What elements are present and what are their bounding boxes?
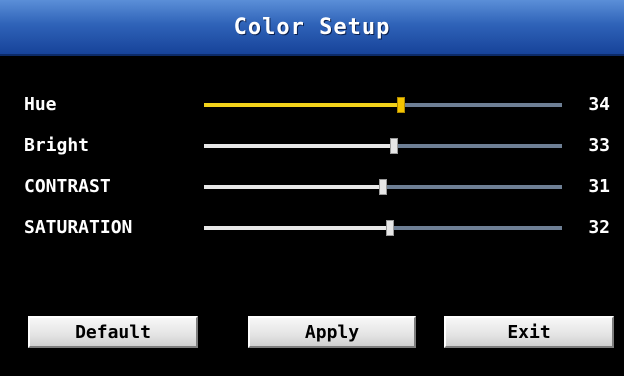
exit-button[interactable]: Exit [444,316,614,348]
slider-fill [204,185,383,189]
slider-handle[interactable] [379,179,387,195]
apply-button[interactable]: Apply [248,316,416,348]
saturation-slider[interactable] [204,220,562,236]
title-bar: Color Setup [0,0,624,56]
slider-handle[interactable] [390,138,398,154]
color-setup-window: Color Setup Hue 34 Bright 33 CONTRAST 31… [0,0,624,376]
setting-label: CONTRAST [24,176,111,197]
setting-label: Hue [24,94,57,115]
slider-handle[interactable] [397,97,405,113]
slider-fill [204,103,401,107]
setting-row-contrast[interactable]: CONTRAST 31 [0,172,624,202]
slider-handle[interactable] [386,220,394,236]
window-title: Color Setup [233,14,391,40]
default-button[interactable]: Default [28,316,198,348]
setting-value: 32 [588,217,610,238]
setting-row-saturation[interactable]: SATURATION 32 [0,213,624,243]
bright-slider[interactable] [204,138,562,154]
setting-value: 31 [588,176,610,197]
contrast-slider[interactable] [204,179,562,195]
setting-label: Bright [24,135,90,156]
setting-row-hue[interactable]: Hue 34 [0,90,624,120]
hue-slider[interactable] [204,97,562,113]
setting-row-bright[interactable]: Bright 33 [0,131,624,161]
setting-label: SATURATION [24,217,133,238]
setting-value: 34 [588,94,610,115]
slider-fill [204,226,390,230]
slider-fill [204,144,394,148]
setting-value: 33 [588,135,610,156]
